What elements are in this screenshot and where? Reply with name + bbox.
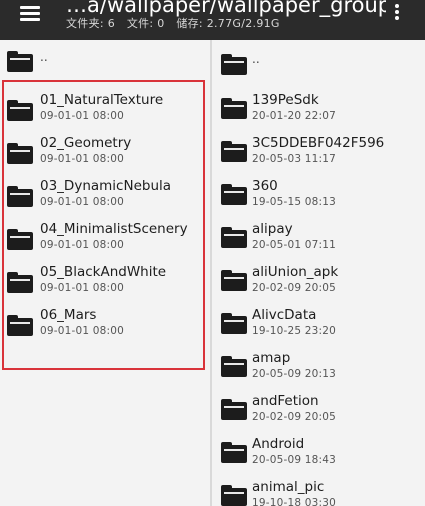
- folder-name: 03_DynamicNebula: [40, 178, 172, 194]
- folder-date: 19-05-15 08:13: [252, 196, 337, 208]
- folder-icon: [221, 54, 247, 75]
- list-item[interactable]: animal_pic 19-10-18 03:30: [212, 472, 425, 506]
- folder-icon: [221, 442, 247, 463]
- storage-usage: 储存: 2.77G/2.91G: [176, 17, 280, 30]
- folder-name: alipay: [252, 221, 293, 237]
- folder-name: Android: [252, 436, 305, 452]
- folder-icon: [221, 313, 247, 334]
- folder-date: 09-01-01 08:00: [40, 282, 125, 294]
- folder-date: 20-02-09 20:05: [252, 282, 337, 294]
- folder-date: 09-01-01 08:00: [40, 239, 125, 251]
- list-item[interactable]: aliUnion_apk 20-02-09 20:05: [212, 257, 425, 300]
- list-item[interactable]: 04_MinimalistScenery 09-01-01 08:00: [0, 217, 210, 260]
- folder-date: 20-05-09 18:43: [252, 454, 337, 466]
- folder-icon: [221, 184, 247, 205]
- folder-name: 04_MinimalistScenery: [40, 221, 188, 237]
- folder-count: 文件夹: 6: [66, 17, 116, 30]
- more-options-icon[interactable]: [387, 2, 407, 24]
- folder-date: 20-05-03 11:17: [252, 153, 337, 165]
- folder-name: amap: [252, 350, 291, 366]
- folder-date: 20-05-09 20:13: [252, 368, 337, 380]
- folder-date: 09-01-01 08:00: [40, 153, 125, 165]
- folder-icon: [7, 186, 33, 207]
- list-item[interactable]: AlivcData 19-10-25 23:20: [212, 300, 425, 343]
- parent-directory-label: ..: [252, 52, 260, 66]
- folder-icon: [221, 141, 247, 162]
- folder-date: 20-05-01 07:11: [252, 239, 337, 251]
- list-item[interactable]: 06_Mars 09-01-01 08:00: [0, 303, 210, 346]
- folder-name: AlivcData: [252, 307, 317, 323]
- folder-icon: [7, 315, 33, 336]
- folder-icon: [221, 270, 247, 291]
- directory-stats: 文件夹: 6 文件: 0 储存: 2.77G/2.91G: [66, 15, 280, 31]
- parent-directory-row[interactable]: ..: [0, 42, 210, 85]
- list-item[interactable]: alipay 20-05-01 07:11: [212, 214, 425, 257]
- folder-name: andFetion: [252, 393, 319, 409]
- folder-name: animal_pic: [252, 479, 325, 495]
- list-item[interactable]: Android 20-05-09 18:43: [212, 429, 425, 472]
- list-item[interactable]: andFetion 20-02-09 20:05: [212, 386, 425, 429]
- folder-icon: [7, 100, 33, 121]
- folder-name: 05_BlackAndWhite: [40, 264, 167, 280]
- left-file-pane[interactable]: .. 01_NaturalTexture 09-01-01 08:00 02_G…: [0, 40, 210, 506]
- parent-directory-label: ..: [40, 50, 48, 64]
- list-item[interactable]: 139PeSdk 20-01-20 22:07: [212, 85, 425, 128]
- folder-name: aliUnion_apk: [252, 264, 339, 280]
- folder-icon: [7, 51, 33, 72]
- list-item[interactable]: 05_BlackAndWhite 09-01-01 08:00: [0, 260, 210, 303]
- folder-date: 20-01-20 22:07: [252, 110, 337, 122]
- folder-date: 09-01-01 08:00: [40, 110, 125, 122]
- folder-name: 139PeSdk: [252, 92, 319, 108]
- list-item[interactable]: amap 20-05-09 20:13: [212, 343, 425, 386]
- list-item[interactable]: 3C5DDEBF042F596 20-05-03 11:17: [212, 128, 425, 171]
- list-item[interactable]: 02_Geometry 09-01-01 08:00: [0, 131, 210, 174]
- folder-date: 09-01-01 08:00: [40, 325, 125, 337]
- folder-date: 19-10-18 03:30: [252, 497, 337, 506]
- folder-icon: [221, 399, 247, 420]
- folder-icon: [7, 143, 33, 164]
- folder-date: 19-10-25 23:20: [252, 325, 337, 337]
- list-item[interactable]: 01_NaturalTexture 09-01-01 08:00: [0, 88, 210, 131]
- folder-date: 09-01-01 08:00: [40, 196, 125, 208]
- folder-icon: [221, 227, 247, 248]
- folder-icon: [7, 229, 33, 250]
- right-file-pane[interactable]: .. 139PeSdk 20-01-20 22:07 3C5DDEBF042F5…: [212, 40, 425, 506]
- folder-name: 06_Mars: [40, 307, 97, 323]
- folder-name: 01_NaturalTexture: [40, 92, 164, 108]
- folder-icon: [221, 485, 247, 506]
- top-app-bar: …a/wallpaper/wallpaper_group/ 文件夹: 6 文件:…: [0, 0, 425, 40]
- folder-icon: [7, 272, 33, 293]
- list-item[interactable]: 03_DynamicNebula 09-01-01 08:00: [0, 174, 210, 217]
- hamburger-menu-icon[interactable]: [10, 2, 46, 30]
- parent-directory-row[interactable]: ..: [212, 42, 425, 85]
- list-item[interactable]: 360 19-05-15 08:13: [212, 171, 425, 214]
- folder-icon: [221, 356, 247, 377]
- folder-name: 3C5DDEBF042F596: [252, 135, 385, 151]
- file-count: 文件: 0: [126, 17, 165, 30]
- folder-icon: [221, 98, 247, 119]
- folder-name: 360: [252, 178, 278, 194]
- folder-date: 20-02-09 20:05: [252, 411, 337, 423]
- folder-name: 02_Geometry: [40, 135, 132, 151]
